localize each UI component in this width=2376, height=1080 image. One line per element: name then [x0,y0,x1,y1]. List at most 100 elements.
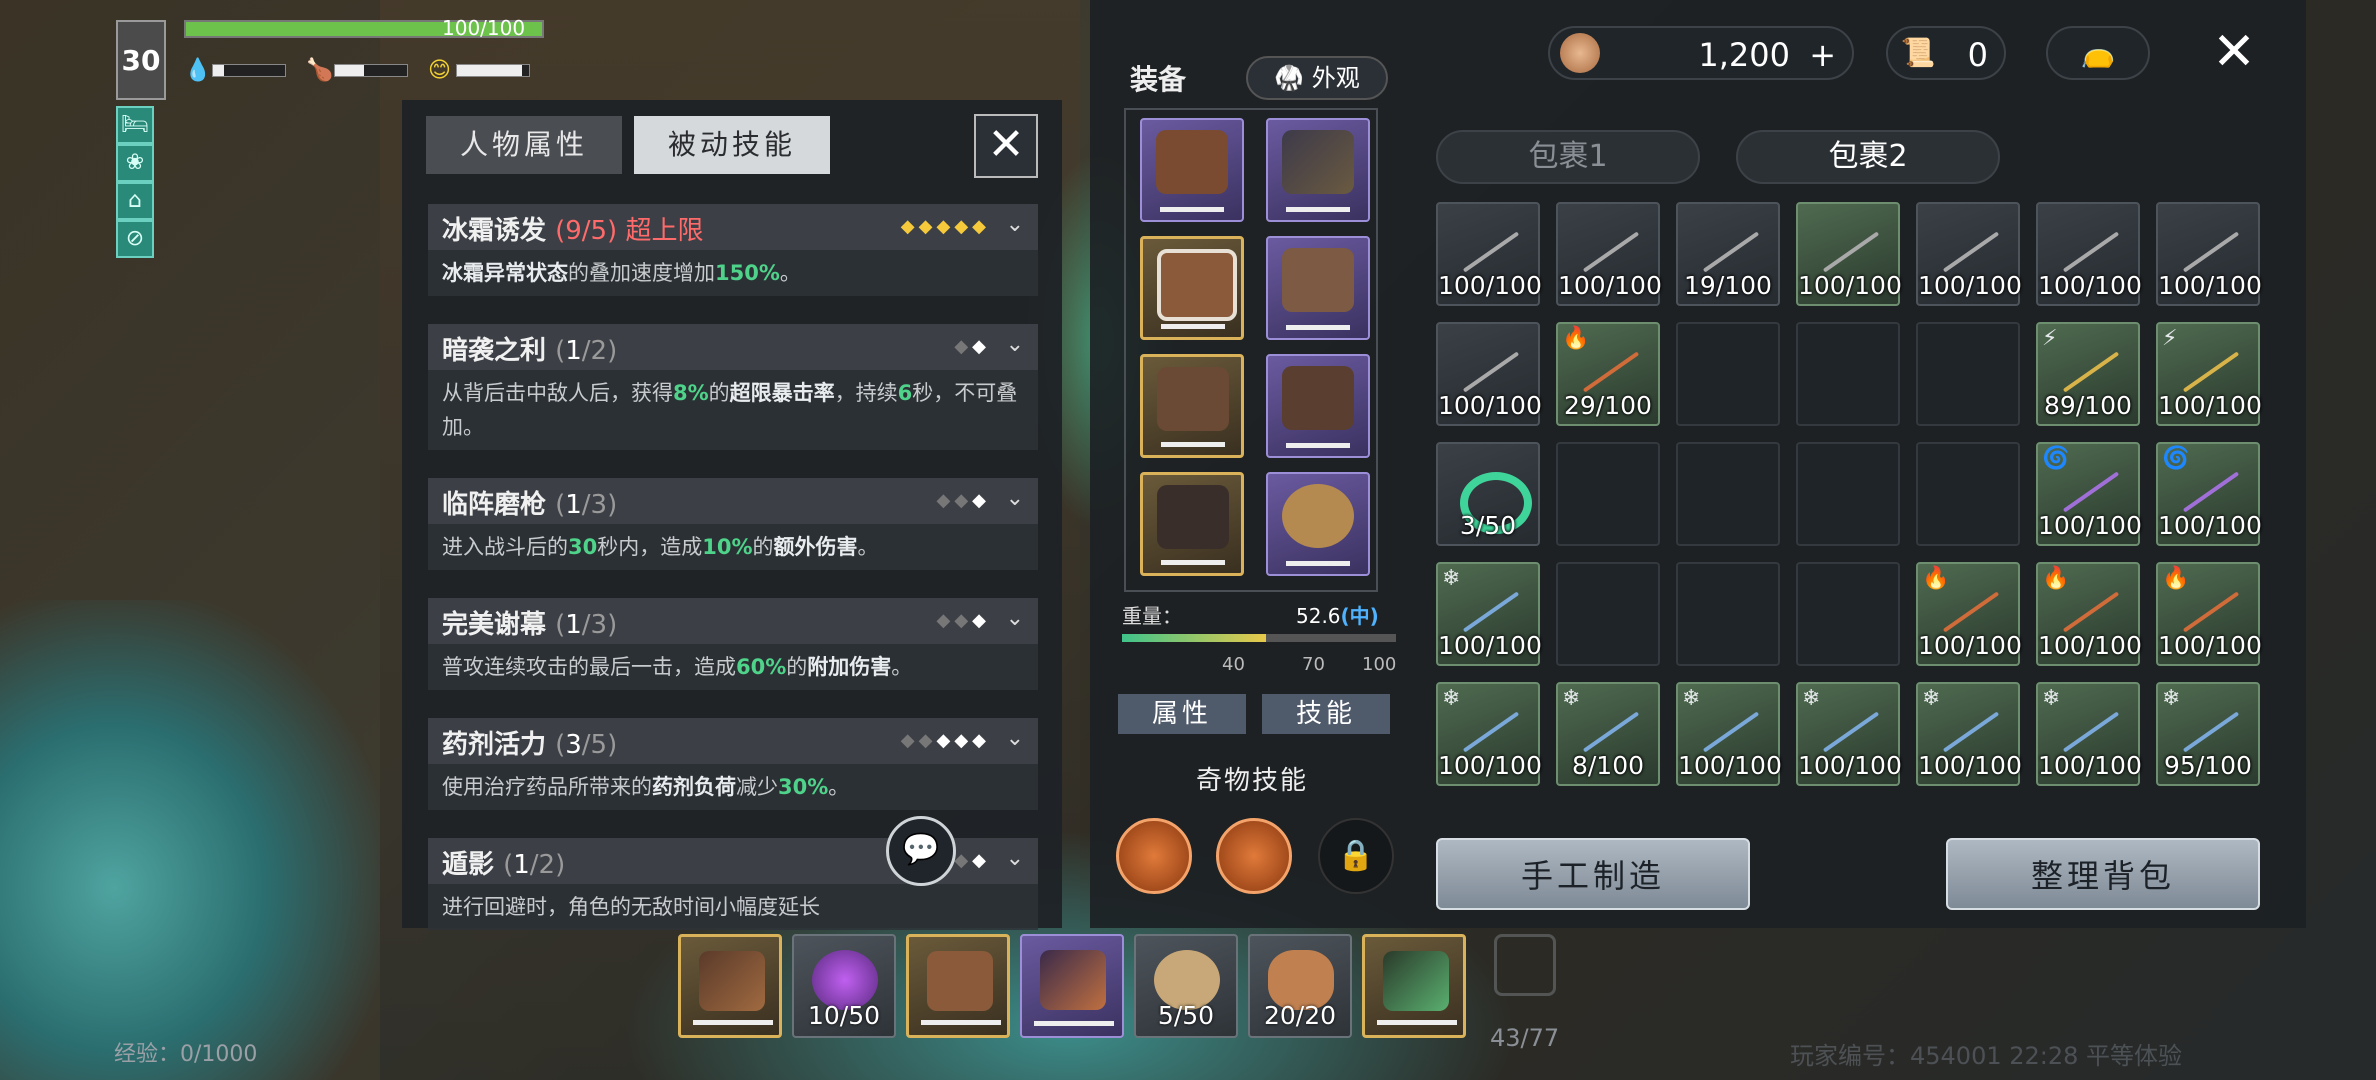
spear-icon [1462,351,1520,393]
chevron-down-icon[interactable]: ⌄ [1006,726,1024,751]
spear-icon [2062,351,2120,393]
appearance-button[interactable]: 🥋 外观 [1246,56,1388,100]
chevron-down-icon[interactable]: ⌄ [1006,846,1024,871]
close-skills-button[interactable]: ✕ [974,114,1038,178]
chevron-down-icon[interactable]: ⌄ [1006,212,1024,237]
inventory-slot[interactable]: 100/100 [1556,202,1662,306]
inventory-slot[interactable]: 100/100 [1796,202,1902,306]
skill-header[interactable]: 药剂活力 (3/5) ◆◆◆◆◆ ⌄ [428,718,1038,764]
equip-slot-helmet[interactable] [1140,118,1244,222]
hotbar-slot-1[interactable] [678,934,782,1038]
bed-icon[interactable]: 🛏 [116,106,154,144]
empty-slot[interactable] [1796,562,1900,666]
equip-slot-legs[interactable] [1140,354,1244,458]
inventory-slot[interactable]: 🔥 100/100 [2156,562,2262,666]
food-icon: 🍗 [306,58,334,83]
inventory-slot[interactable]: 🔥 100/100 [1916,562,2022,666]
empty-slot[interactable] [1916,322,2020,426]
house-icon[interactable]: ⌂ [116,182,154,220]
hotbar-slot-2[interactable]: 10/50 [792,934,896,1038]
skill-entry[interactable]: 临阵磨枪 (1/3) ◆◆◆ ⌄ 进入战斗后的30秒内，造成10%的额外伤害。 [428,478,1038,570]
inventory-slot[interactable]: 🔥 29/100 [1556,322,1660,426]
skill-pip-icon: ◆ [900,216,919,237]
leg-armor-icon [1157,367,1229,431]
inventory-slot[interactable]: 🌀 100/100 [2156,442,2262,546]
skill-entry[interactable]: 药剂活力 (3/5) ◆◆◆◆◆ ⌄ 使用治疗药品所带来的药剂负荷减少30%。 [428,718,1038,810]
equip-slot-accessory[interactable] [1266,472,1370,576]
inventory-slot[interactable]: ⚡ 89/100 [2036,322,2140,426]
tab-bag-1[interactable]: 包裹1 [1436,130,1700,184]
attributes-button[interactable]: 属性 [1118,694,1246,734]
inventory-slot[interactable]: 🔥 100/100 [2036,562,2142,666]
equip-slot-boots[interactable] [1140,472,1244,576]
inventory-slot[interactable]: ⚡ 100/100 [2156,322,2262,426]
skill-title: 暗袭之利 [442,336,556,366]
empty-slot[interactable] [1556,562,1660,666]
inventory-slot[interactable]: ❄ 100/100 [1676,682,1782,786]
skill-description: 冰霜异常状态的叠加速度增加150%。 [428,250,1038,296]
close-inventory-button[interactable]: ✕ [2208,26,2260,80]
player-avatar[interactable]: 30 [116,20,166,100]
equip-slot-chest[interactable] [1266,236,1370,340]
empty-slot[interactable] [1676,442,1780,546]
empty-slot[interactable] [1556,442,1660,546]
chat-button[interactable]: 💬 [886,816,956,886]
inventory-slot[interactable]: ❄ 100/100 [1916,682,2022,786]
craft-button[interactable]: 手工制造 [1436,838,1750,910]
empty-slot[interactable] [1796,442,1900,546]
inventory-slot[interactable]: 19/100 [1676,202,1780,306]
empty-slot[interactable] [1676,562,1780,666]
skills-button[interactable]: 技能 [1262,694,1390,734]
chevron-down-icon[interactable]: ⌄ [1006,486,1024,511]
empty-slot[interactable] [1676,322,1780,426]
hotbar-slot-5[interactable]: 5/50 [1134,934,1238,1038]
slot-durability: 100/100 [2158,631,2262,660]
skill-header[interactable]: 暗袭之利 (1/2) ◆◆ ⌄ [428,324,1038,370]
add-coin-button[interactable]: + [1809,36,1836,74]
inventory-slot[interactable]: ❄ 95/100 [2156,682,2260,786]
no-bow-icon[interactable]: ⊘ [116,220,154,258]
skill-header[interactable]: 临阵磨枪 (1/3) ◆◆◆ ⌄ [428,478,1038,524]
empty-slot[interactable] [1916,442,2020,546]
equip-slot-weapon[interactable] [1266,118,1370,222]
oddity-skill-locked[interactable]: 🔒 [1318,818,1394,894]
inventory-slot[interactable]: 🌀 100/100 [2036,442,2142,546]
inventory-slot[interactable]: ❄ 100/100 [1796,682,1902,786]
skill-entry[interactable]: 冰霜诱发 (9/5) 超上限 ◆◆◆◆◆ ⌄ 冰霜异常状态的叠加速度增加150%。 [428,204,1038,296]
slot-durability: 95/100 [2164,751,2252,780]
bag-button[interactable]: 👝 [2046,26,2150,80]
equip-slot-cloak[interactable] [1140,236,1244,340]
inventory-slot[interactable]: 100/100 [1916,202,2022,306]
skill-entry[interactable]: 完美谢幕 (1/3) ◆◆◆ ⌄ 普攻连续攻击的最后一击，造成60%的附加伤害。 [428,598,1038,690]
empty-slot[interactable] [1796,322,1900,426]
skill-header[interactable]: 完美谢幕 (1/3) ◆◆◆ ⌄ [428,598,1038,644]
chevron-down-icon[interactable]: ⌄ [1006,332,1024,357]
inventory-slot[interactable]: 100/100 [2156,202,2262,306]
hotbar-slot-7[interactable] [1362,934,1466,1038]
inventory-slot[interactable]: ❄ 8/100 [1556,682,1660,786]
oddity-skill-1[interactable] [1116,818,1192,894]
hotbar-slot-6[interactable]: 20/20 [1248,934,1352,1038]
skill-entry[interactable]: 暗袭之利 (1/2) ◆◆ ⌄ 从背后击中敌人后，获得8%的超限暴击率，持续6秒，不可… [428,324,1038,450]
inventory-slot[interactable]: ❄ 100/100 [1436,562,1542,666]
inventory-slot[interactable]: 100/100 [1436,202,1542,306]
inventory-slot[interactable]: ❄ 100/100 [2036,682,2142,786]
sort-bag-button[interactable]: 整理背包 [1946,838,2260,910]
oddity-skill-2[interactable] [1216,818,1292,894]
tab-passive-skills[interactable]: 被动技能 [634,116,830,174]
hotbar-slot-3[interactable] [906,934,1010,1038]
stamina-icon[interactable]: ❀ [116,144,154,182]
tab-character-attributes[interactable]: 人物属性 [426,116,622,174]
inventory-slot[interactable]: ❄ 100/100 [1436,682,1542,786]
hotbar-slot-4[interactable] [1020,934,1124,1038]
tab-bag-2[interactable]: 包裹2 [1736,130,2000,184]
inventory-slot[interactable]: 100/100 [2036,202,2142,306]
equip-slot-gloves[interactable] [1266,354,1370,458]
inventory-slot[interactable]: 3/50 [1436,442,1540,546]
weight-number: 52.6 [1296,604,1341,628]
green-spear-icon [1383,951,1449,1011]
spear-icon [2182,231,2240,273]
inventory-slot[interactable]: 100/100 [1436,322,1542,426]
chevron-down-icon[interactable]: ⌄ [1006,606,1024,631]
skill-header[interactable]: 冰霜诱发 (9/5) 超上限 ◆◆◆◆◆ ⌄ [428,204,1038,250]
